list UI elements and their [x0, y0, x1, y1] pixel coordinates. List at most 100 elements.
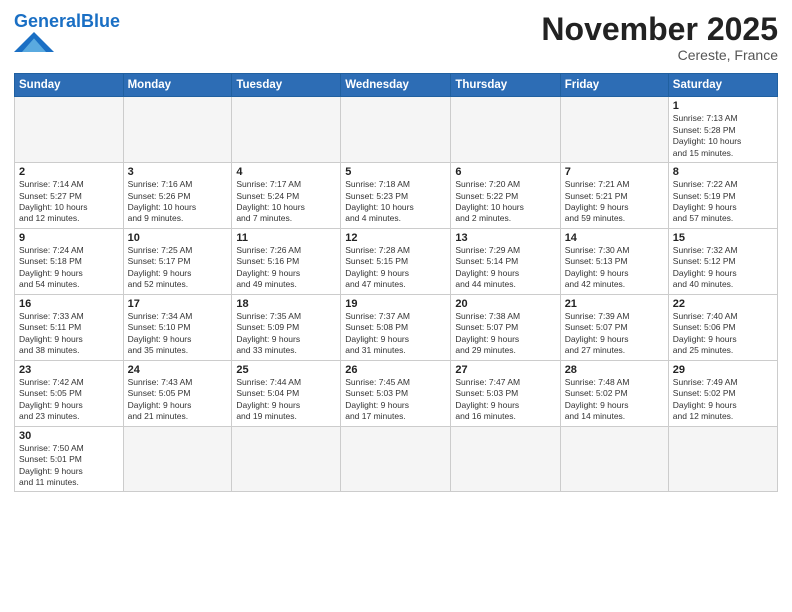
- header: GeneralBlue November 2025 Cereste, Franc…: [14, 12, 778, 63]
- day-number: 1: [673, 100, 773, 112]
- table-row: [668, 426, 777, 492]
- day-info: Sunrise: 7:47 AM Sunset: 5:03 PM Dayligh…: [455, 377, 555, 423]
- day-number: 15: [673, 232, 773, 244]
- day-info: Sunrise: 7:26 AM Sunset: 5:16 PM Dayligh…: [236, 245, 336, 291]
- calendar-week-row: 16Sunrise: 7:33 AM Sunset: 5:11 PM Dayli…: [15, 294, 778, 360]
- day-info: Sunrise: 7:38 AM Sunset: 5:07 PM Dayligh…: [455, 311, 555, 357]
- table-row: [123, 426, 232, 492]
- table-row: 19Sunrise: 7:37 AM Sunset: 5:08 PM Dayli…: [341, 294, 451, 360]
- table-row: 29Sunrise: 7:49 AM Sunset: 5:02 PM Dayli…: [668, 360, 777, 426]
- day-number: 20: [455, 298, 555, 310]
- table-row: 12Sunrise: 7:28 AM Sunset: 5:15 PM Dayli…: [341, 228, 451, 294]
- table-row: 4Sunrise: 7:17 AM Sunset: 5:24 PM Daylig…: [232, 163, 341, 229]
- day-info: Sunrise: 7:44 AM Sunset: 5:04 PM Dayligh…: [236, 377, 336, 423]
- calendar-week-row: 30Sunrise: 7:50 AM Sunset: 5:01 PM Dayli…: [15, 426, 778, 492]
- calendar-table: Sunday Monday Tuesday Wednesday Thursday…: [14, 73, 778, 492]
- table-row: 22Sunrise: 7:40 AM Sunset: 5:06 PM Dayli…: [668, 294, 777, 360]
- table-row: 23Sunrise: 7:42 AM Sunset: 5:05 PM Dayli…: [15, 360, 124, 426]
- table-row: [232, 97, 341, 163]
- day-info: Sunrise: 7:21 AM Sunset: 5:21 PM Dayligh…: [565, 179, 664, 225]
- calendar-header-row: Sunday Monday Tuesday Wednesday Thursday…: [15, 74, 778, 97]
- day-number: 24: [128, 364, 228, 376]
- calendar-week-row: 9Sunrise: 7:24 AM Sunset: 5:18 PM Daylig…: [15, 228, 778, 294]
- col-sunday: Sunday: [15, 74, 124, 97]
- day-info: Sunrise: 7:33 AM Sunset: 5:11 PM Dayligh…: [19, 311, 119, 357]
- day-info: Sunrise: 7:22 AM Sunset: 5:19 PM Dayligh…: [673, 179, 773, 225]
- day-info: Sunrise: 7:37 AM Sunset: 5:08 PM Dayligh…: [345, 311, 446, 357]
- location: Cereste, France: [541, 47, 778, 63]
- table-row: [123, 97, 232, 163]
- col-wednesday: Wednesday: [341, 74, 451, 97]
- day-number: 2: [19, 166, 119, 178]
- day-number: 18: [236, 298, 336, 310]
- col-thursday: Thursday: [451, 74, 560, 97]
- day-number: 14: [565, 232, 664, 244]
- day-number: 6: [455, 166, 555, 178]
- table-row: 13Sunrise: 7:29 AM Sunset: 5:14 PM Dayli…: [451, 228, 560, 294]
- table-row: 9Sunrise: 7:24 AM Sunset: 5:18 PM Daylig…: [15, 228, 124, 294]
- table-row: 6Sunrise: 7:20 AM Sunset: 5:22 PM Daylig…: [451, 163, 560, 229]
- logo: GeneralBlue: [14, 12, 120, 52]
- table-row: 20Sunrise: 7:38 AM Sunset: 5:07 PM Dayli…: [451, 294, 560, 360]
- table-row: [451, 426, 560, 492]
- day-number: 12: [345, 232, 446, 244]
- day-number: 26: [345, 364, 446, 376]
- col-saturday: Saturday: [668, 74, 777, 97]
- table-row: [560, 426, 668, 492]
- col-friday: Friday: [560, 74, 668, 97]
- day-info: Sunrise: 7:42 AM Sunset: 5:05 PM Dayligh…: [19, 377, 119, 423]
- day-info: Sunrise: 7:20 AM Sunset: 5:22 PM Dayligh…: [455, 179, 555, 225]
- day-info: Sunrise: 7:40 AM Sunset: 5:06 PM Dayligh…: [673, 311, 773, 357]
- table-row: 26Sunrise: 7:45 AM Sunset: 5:03 PM Dayli…: [341, 360, 451, 426]
- table-row: 28Sunrise: 7:48 AM Sunset: 5:02 PM Dayli…: [560, 360, 668, 426]
- table-row: 3Sunrise: 7:16 AM Sunset: 5:26 PM Daylig…: [123, 163, 232, 229]
- table-row: 1Sunrise: 7:13 AM Sunset: 5:28 PM Daylig…: [668, 97, 777, 163]
- page: GeneralBlue November 2025 Cereste, Franc…: [0, 0, 792, 612]
- day-number: 27: [455, 364, 555, 376]
- table-row: [232, 426, 341, 492]
- logo-blue: Blue: [81, 11, 120, 31]
- table-row: 27Sunrise: 7:47 AM Sunset: 5:03 PM Dayli…: [451, 360, 560, 426]
- day-number: 22: [673, 298, 773, 310]
- table-row: [15, 97, 124, 163]
- table-row: [341, 426, 451, 492]
- title-block: November 2025 Cereste, France: [541, 12, 778, 63]
- table-row: 2Sunrise: 7:14 AM Sunset: 5:27 PM Daylig…: [15, 163, 124, 229]
- table-row: 17Sunrise: 7:34 AM Sunset: 5:10 PM Dayli…: [123, 294, 232, 360]
- logo-icon: [14, 32, 54, 52]
- day-number: 16: [19, 298, 119, 310]
- table-row: 14Sunrise: 7:30 AM Sunset: 5:13 PM Dayli…: [560, 228, 668, 294]
- day-number: 11: [236, 232, 336, 244]
- table-row: 8Sunrise: 7:22 AM Sunset: 5:19 PM Daylig…: [668, 163, 777, 229]
- day-info: Sunrise: 7:43 AM Sunset: 5:05 PM Dayligh…: [128, 377, 228, 423]
- day-info: Sunrise: 7:17 AM Sunset: 5:24 PM Dayligh…: [236, 179, 336, 225]
- day-number: 17: [128, 298, 228, 310]
- table-row: 16Sunrise: 7:33 AM Sunset: 5:11 PM Dayli…: [15, 294, 124, 360]
- table-row: 10Sunrise: 7:25 AM Sunset: 5:17 PM Dayli…: [123, 228, 232, 294]
- day-number: 4: [236, 166, 336, 178]
- day-info: Sunrise: 7:34 AM Sunset: 5:10 PM Dayligh…: [128, 311, 228, 357]
- col-tuesday: Tuesday: [232, 74, 341, 97]
- table-row: 7Sunrise: 7:21 AM Sunset: 5:21 PM Daylig…: [560, 163, 668, 229]
- day-info: Sunrise: 7:14 AM Sunset: 5:27 PM Dayligh…: [19, 179, 119, 225]
- day-number: 8: [673, 166, 773, 178]
- day-number: 28: [565, 364, 664, 376]
- day-number: 21: [565, 298, 664, 310]
- day-number: 7: [565, 166, 664, 178]
- day-number: 10: [128, 232, 228, 244]
- day-number: 3: [128, 166, 228, 178]
- day-number: 13: [455, 232, 555, 244]
- calendar-week-row: 23Sunrise: 7:42 AM Sunset: 5:05 PM Dayli…: [15, 360, 778, 426]
- day-info: Sunrise: 7:18 AM Sunset: 5:23 PM Dayligh…: [345, 179, 446, 225]
- day-info: Sunrise: 7:25 AM Sunset: 5:17 PM Dayligh…: [128, 245, 228, 291]
- day-info: Sunrise: 7:30 AM Sunset: 5:13 PM Dayligh…: [565, 245, 664, 291]
- col-monday: Monday: [123, 74, 232, 97]
- calendar-week-row: 2Sunrise: 7:14 AM Sunset: 5:27 PM Daylig…: [15, 163, 778, 229]
- table-row: 21Sunrise: 7:39 AM Sunset: 5:07 PM Dayli…: [560, 294, 668, 360]
- day-info: Sunrise: 7:13 AM Sunset: 5:28 PM Dayligh…: [673, 113, 773, 159]
- calendar-week-row: 1Sunrise: 7:13 AM Sunset: 5:28 PM Daylig…: [15, 97, 778, 163]
- table-row: 18Sunrise: 7:35 AM Sunset: 5:09 PM Dayli…: [232, 294, 341, 360]
- table-row: 24Sunrise: 7:43 AM Sunset: 5:05 PM Dayli…: [123, 360, 232, 426]
- day-number: 29: [673, 364, 773, 376]
- table-row: [341, 97, 451, 163]
